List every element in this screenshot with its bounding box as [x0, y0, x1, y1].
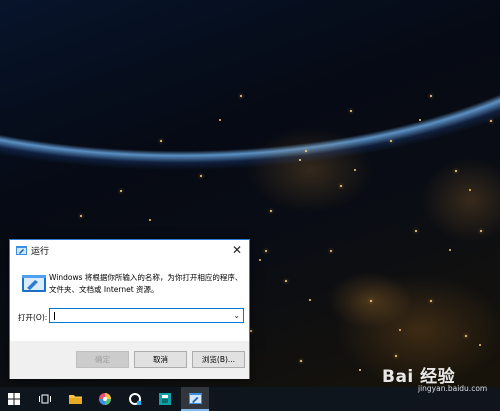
watermark-url: jingyan.baidu.com — [418, 384, 488, 393]
open-label: 打开(O): — [18, 313, 48, 322]
baidu-jingyan-watermark: Bai 经验 jingyan.baidu.com — [382, 362, 487, 393]
file-explorer-button[interactable] — [61, 387, 89, 411]
dialog-description: Windows 将根据你所输入的名称，为你打开相应的程序、 文件夹、文档或 In… — [49, 272, 244, 296]
task-view-icon — [39, 394, 51, 404]
app-button[interactable] — [151, 387, 179, 411]
dialog-title: 运行 — [31, 247, 50, 257]
open-combobox[interactable]: ⌄ — [49, 308, 244, 323]
description-line-1: Windows 将根据你所输入的名称，为你打开相应的程序、 — [49, 273, 243, 282]
run-button[interactable] — [181, 387, 209, 411]
run-dialog: 运行 ✕ Windows 将根据你所输入的名称，为你打开相应的程序、 文件夹、文… — [9, 239, 250, 379]
dialog-button-bar: 确定 取消 浏览(B)... — [10, 341, 249, 379]
color-wheel-icon — [99, 393, 111, 405]
chevron-down-icon[interactable]: ⌄ — [233, 311, 240, 321]
text-caret — [54, 312, 55, 320]
close-button[interactable]: ✕ — [225, 240, 249, 260]
run-icon — [189, 393, 202, 404]
run-app-icon — [22, 275, 46, 292]
task-view-button[interactable] — [31, 387, 59, 411]
browse-button[interactable]: 浏览(B)... — [192, 351, 245, 368]
folder-icon — [69, 395, 82, 404]
start-button[interactable] — [0, 387, 28, 411]
cancel-button[interactable]: 取消 — [134, 351, 187, 368]
description-line-2: 文件夹、文档或 Internet 资源。 — [49, 285, 159, 294]
dialog-titlebar[interactable]: 运行 ✕ — [10, 240, 249, 262]
run-icon — [16, 246, 27, 255]
color-app-button[interactable] — [91, 387, 119, 411]
ok-button[interactable]: 确定 — [76, 351, 129, 368]
browser-icon — [129, 393, 141, 405]
windows-logo-icon — [8, 393, 20, 405]
browser-button[interactable] — [121, 387, 149, 411]
app-icon — [159, 393, 171, 405]
